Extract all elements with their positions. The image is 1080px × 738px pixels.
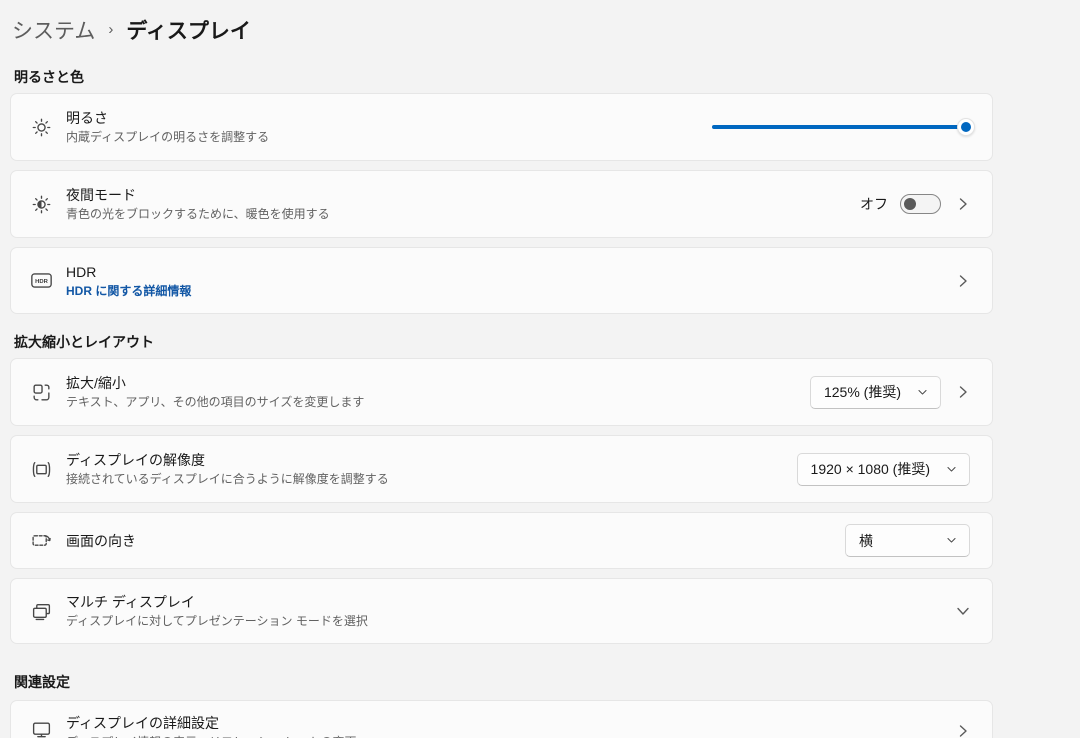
night-light-title: 夜間モード	[66, 186, 860, 204]
row-resolution: ディスプレイの解像度 接続されているディスプレイに合うように解像度を調整する 1…	[10, 435, 993, 503]
advanced-display-title: ディスプレイの詳細設定	[66, 714, 956, 732]
chevron-down-icon	[946, 464, 957, 475]
row-text: HDR HDR に関する詳細情報	[66, 263, 956, 299]
hdr-badge-icon: HDR	[31, 270, 52, 291]
resolution-title: ディスプレイの解像度	[66, 451, 797, 469]
svg-text:HDR: HDR	[35, 279, 48, 285]
resolution-subtitle: 接続されているディスプレイに合うように解像度を調整する	[66, 472, 797, 487]
slider-knob[interactable]	[957, 118, 975, 136]
section-header-scale-layout: 拡大縮小とレイアウト	[14, 335, 993, 350]
night-light-icon	[31, 194, 52, 215]
slider-track	[712, 125, 970, 129]
monitor-icon	[31, 719, 52, 738]
row-text: 拡大/縮小 テキスト、アプリ、その他の項目のサイズを変更します	[66, 374, 810, 410]
orientation-title: 画面の向き	[66, 532, 845, 550]
row-hdr[interactable]: HDR HDR HDR に関する詳細情報	[10, 247, 993, 314]
row-right	[956, 724, 970, 738]
scale-dropdown[interactable]: 125% (推奨)	[810, 376, 941, 409]
breadcrumb-system-link[interactable]: システム	[12, 15, 95, 45]
row-text: 明るさ 内蔵ディスプレイの明るさを調整する	[66, 109, 712, 145]
hdr-title: HDR	[66, 263, 956, 281]
hdr-learn-more-link[interactable]: HDR に関する詳細情報	[66, 284, 956, 299]
chevron-down-expander-icon[interactable]	[956, 604, 970, 618]
orientation-dropdown[interactable]: 横	[845, 524, 970, 557]
row-right: オフ	[860, 194, 970, 214]
orientation-icon	[31, 530, 52, 551]
brightness-title: 明るさ	[66, 109, 712, 127]
chevron-right-icon	[956, 724, 970, 738]
row-right	[956, 274, 970, 288]
row-text: 画面の向き	[66, 532, 845, 550]
row-right	[712, 117, 970, 137]
settings-display-page: システム › ディスプレイ 明るさと色 明るさ 内蔵ディスプレイの明るさを調整す…	[0, 0, 993, 738]
brightness-sun-icon	[31, 117, 52, 138]
row-right: 横	[845, 524, 970, 557]
row-text: 夜間モード 青色の光をブロックするために、暖色を使用する	[66, 186, 860, 222]
chevron-right-icon	[956, 385, 970, 399]
resolution-dropdown[interactable]: 1920 × 1080 (推奨)	[797, 453, 970, 486]
scale-dropdown-value: 125% (推奨)	[824, 382, 901, 402]
row-orientation: 画面の向き 横	[10, 512, 993, 569]
row-right	[956, 604, 970, 618]
row-brightness: 明るさ 内蔵ディスプレイの明るさを調整する	[10, 93, 993, 161]
page-title: ディスプレイ	[126, 15, 251, 45]
breadcrumb-separator-icon: ›	[108, 21, 113, 38]
row-multiple-displays[interactable]: マルチ ディスプレイ ディスプレイに対してプレゼンテーション モードを選択	[10, 578, 993, 644]
brightness-subtitle: 内蔵ディスプレイの明るさを調整する	[66, 130, 712, 145]
chevron-right-icon	[956, 197, 970, 211]
row-text: マルチ ディスプレイ ディスプレイに対してプレゼンテーション モードを選択	[66, 593, 956, 629]
night-light-subtitle: 青色の光をブロックするために、暖色を使用する	[66, 207, 860, 222]
multiple-displays-subtitle: ディスプレイに対してプレゼンテーション モードを選択	[66, 614, 956, 629]
night-light-toggle[interactable]	[900, 194, 941, 214]
multiple-displays-title: マルチ ディスプレイ	[66, 593, 956, 611]
chevron-down-icon	[917, 387, 928, 398]
row-right: 125% (推奨)	[810, 376, 970, 409]
breadcrumb: システム › ディスプレイ	[12, 14, 993, 46]
toggle-knob	[904, 198, 916, 210]
row-right: 1920 × 1080 (推奨)	[797, 453, 970, 486]
chevron-right-icon	[956, 274, 970, 288]
row-night-light[interactable]: 夜間モード 青色の光をブロックするために、暖色を使用する オフ	[10, 170, 993, 238]
scale-title: 拡大/縮小	[66, 374, 810, 392]
resolution-dropdown-value: 1920 × 1080 (推奨)	[811, 459, 930, 479]
section-header-related-settings: 関連設定	[14, 675, 993, 690]
brightness-slider[interactable]	[712, 117, 970, 137]
row-scale[interactable]: 拡大/縮小 テキスト、アプリ、その他の項目のサイズを変更します 125% (推奨…	[10, 358, 993, 426]
chevron-down-icon	[946, 535, 957, 546]
multi-display-icon	[31, 601, 52, 622]
night-light-toggle-state-label: オフ	[860, 194, 888, 214]
resolution-icon	[31, 459, 52, 480]
scale-subtitle: テキスト、アプリ、その他の項目のサイズを変更します	[66, 395, 810, 410]
orientation-dropdown-value: 横	[859, 531, 873, 551]
row-text: ディスプレイの詳細設定 ディスプレイ情報の表示、リフレッシュ レートの変更	[66, 714, 956, 738]
scale-icon	[31, 382, 52, 403]
row-advanced-display[interactable]: ディスプレイの詳細設定 ディスプレイ情報の表示、リフレッシュ レートの変更	[10, 700, 993, 738]
section-header-brightness-color: 明るさと色	[14, 70, 993, 85]
row-text: ディスプレイの解像度 接続されているディスプレイに合うように解像度を調整する	[66, 451, 797, 487]
